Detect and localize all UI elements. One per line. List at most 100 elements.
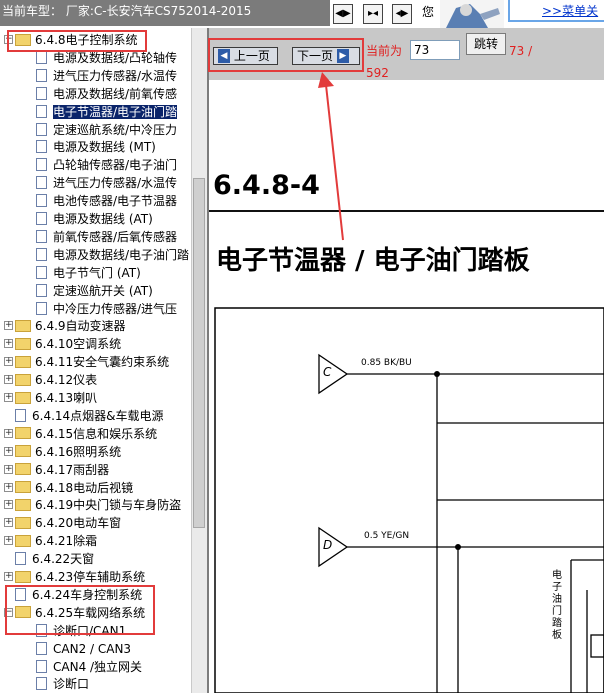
tree-item-label: 电源及数据线/凸轮轴传 (53, 50, 178, 65)
tree-item[interactable]: 诊断口 (36, 675, 89, 693)
folder-icon (15, 570, 31, 583)
tree-item[interactable]: CAN4 /独立网关 (36, 658, 142, 676)
expand-toggle-icon[interactable]: + (4, 500, 13, 510)
tree-item-label: 6.4.16照明系统 (35, 444, 122, 459)
tree-item[interactable]: 进气压力传感器/水温传 (36, 67, 177, 85)
top-bar: 当前车型： 厂家:C-长安汽车CS752014-2015 ◀▶ ▸◂ ◂▶ 您 … (0, 0, 604, 29)
folder-icon (15, 498, 31, 511)
tree-item[interactable]: 定速巡航系统/中冷压力 (36, 121, 177, 139)
tree-item[interactable]: +6.4.18电动后视镜 (4, 479, 133, 497)
tree-item-label: 6.4.15信息和娱乐系统 (35, 426, 158, 441)
tree-item[interactable]: 电源及数据线/前氧传感 (36, 85, 177, 103)
last-page-icon[interactable]: ◂▶ (392, 4, 412, 24)
page-icon (15, 552, 26, 566)
tree-item-label: 电源及数据线/电子油门踏 (53, 247, 190, 262)
tree-item[interactable]: 电子节温器/电子油门踏 (36, 103, 178, 121)
tree-item-label: 6.4.18电动后视镜 (35, 480, 134, 495)
tree-item[interactable]: +6.4.12仪表 (4, 371, 97, 389)
toolbar-text: 您 (422, 5, 435, 19)
tree-item[interactable]: 中冷压力传感器/进气压 (36, 300, 177, 318)
tree-item-label: 中冷压力传感器/进气压 (53, 301, 178, 316)
page-icon (36, 265, 47, 279)
tree-item-label: 6.4.20电动车窗 (35, 516, 122, 531)
current-page-label: 当前为 (366, 44, 403, 58)
expand-icon[interactable]: ▸◂ (363, 4, 383, 24)
tree-item[interactable]: 6.4.14点烟器&车载电源 (15, 407, 164, 425)
wire-label-2: 0.5 YE/GN (364, 531, 410, 541)
folder-icon (15, 463, 31, 476)
folder-icon (15, 427, 31, 440)
tree-item-label: 6.4.17雨刮器 (35, 462, 110, 477)
tree-item[interactable]: 电源及数据线/电子油门踏 (36, 246, 189, 264)
tree-item[interactable]: +6.4.16照明系统 (4, 443, 121, 461)
highlight-box-nav-buttons (208, 38, 364, 72)
expand-toggle-icon[interactable]: + (4, 464, 13, 474)
tree-item-label: 6.4.9自动变速器 (35, 319, 126, 334)
tree-item-label: 定速巡航系统/中冷压力 (53, 122, 178, 137)
tree-item-label: 6.4.22天窗 (32, 552, 95, 567)
jump-button[interactable]: 跳转 (466, 33, 506, 55)
tree-item-label: 前氧传感器/后氧传感器 (53, 229, 178, 244)
folder-icon (15, 373, 31, 386)
page-icon (36, 229, 47, 243)
tree-item[interactable]: 前氧传感器/后氧传感器 (36, 228, 177, 246)
tree-item[interactable]: +6.4.21除霜 (4, 532, 97, 550)
expand-toggle-icon[interactable]: + (4, 536, 13, 546)
tree-item[interactable]: +6.4.11安全气囊约束系统 (4, 353, 169, 371)
total-pages-part2: 592 (366, 66, 389, 80)
tree-item[interactable]: 6.4.22天窗 (15, 550, 94, 568)
page-icon (36, 677, 47, 691)
tree-item[interactable]: 定速巡航开关 (AT) (36, 282, 153, 300)
tree-item[interactable]: +6.4.17雨刮器 (4, 461, 109, 479)
folder-icon (15, 481, 31, 493)
expand-toggle-icon[interactable]: + (4, 518, 13, 528)
tree-item[interactable]: 电源及数据线 (AT) (36, 210, 153, 228)
tree-item[interactable]: 电子节气门 (AT) (36, 264, 141, 282)
tree-item[interactable]: 电池传感器/电子节温器 (36, 192, 177, 210)
first-page-icon[interactable]: ◀▶ (333, 4, 353, 24)
expand-toggle-icon[interactable]: + (4, 446, 13, 456)
expand-toggle-icon[interactable]: + (4, 339, 13, 349)
expand-toggle-icon[interactable]: + (4, 321, 13, 331)
page-icon (36, 659, 47, 673)
folder-icon (15, 534, 31, 547)
expand-toggle-icon[interactable]: + (4, 572, 13, 581)
tree-item[interactable]: +6.4.9自动变速器 (4, 317, 126, 335)
tree-item[interactable]: +6.4.13喇叭 (4, 389, 97, 407)
tree-scroll-thumb[interactable] (193, 178, 205, 528)
page-icon (36, 86, 47, 100)
page-icon (36, 122, 47, 136)
tree-item[interactable]: +6.4.15信息和娱乐系统 (4, 425, 157, 443)
tree-item[interactable]: 进气压力传感器/水温传 (36, 174, 177, 192)
connector-d-label: D (323, 538, 333, 552)
page-icon (36, 641, 47, 655)
menu-link[interactable]: >>菜单关 (542, 2, 598, 19)
expand-toggle-icon[interactable]: + (4, 482, 13, 492)
expand-toggle-icon[interactable]: + (4, 393, 13, 402)
tree-item-label: 6.4.14点烟器&车载电源 (32, 408, 164, 423)
page-icon (36, 247, 47, 261)
page-icon (36, 104, 47, 118)
expand-toggle-icon[interactable]: + (4, 428, 13, 438)
tree-item-label: 6.4.13喇叭 (35, 391, 98, 405)
tree-item[interactable]: 凸轮轴传感器/电子油门 (36, 156, 177, 174)
tree-item[interactable]: 电源及数据线 (MT) (36, 138, 156, 156)
tree-item[interactable]: +6.4.20电动车窗 (4, 514, 121, 532)
tree-item-label: 电子节气门 (AT) (53, 265, 141, 280)
tree-item-label: 6.4.19中央门锁与车身防盗 (35, 498, 182, 513)
page-icon (36, 68, 47, 82)
car-model-label: 当前车型： 厂家:C-长安汽车CS752014-2015 (0, 0, 330, 26)
folder-icon (15, 337, 31, 350)
tree-item-label: 6.4.23停车辅助系统 (35, 570, 146, 584)
tree-item-label: 6.4.21除霜 (35, 534, 98, 549)
expand-toggle-icon[interactable]: + (4, 375, 13, 385)
tree-item[interactable]: +6.4.23停车辅助系统 (4, 568, 145, 586)
tree-item[interactable]: +6.4.10空调系统 (4, 335, 121, 353)
tree-item[interactable]: +6.4.19中央门锁与车身防盗 (4, 496, 181, 514)
tree-item-label: 电源及数据线/前氧传感 (53, 86, 178, 101)
tree-item[interactable]: CAN2 / CAN3 (36, 640, 131, 658)
page-number-input[interactable] (410, 40, 460, 60)
expand-toggle-icon[interactable]: + (4, 357, 13, 367)
tree-item-label: 定速巡航开关 (AT) (53, 283, 153, 298)
document-page: 6.4.8-4 电子节温器 / 电子油门踏板 C D 0.85 BK/BU 0.… (209, 80, 604, 693)
